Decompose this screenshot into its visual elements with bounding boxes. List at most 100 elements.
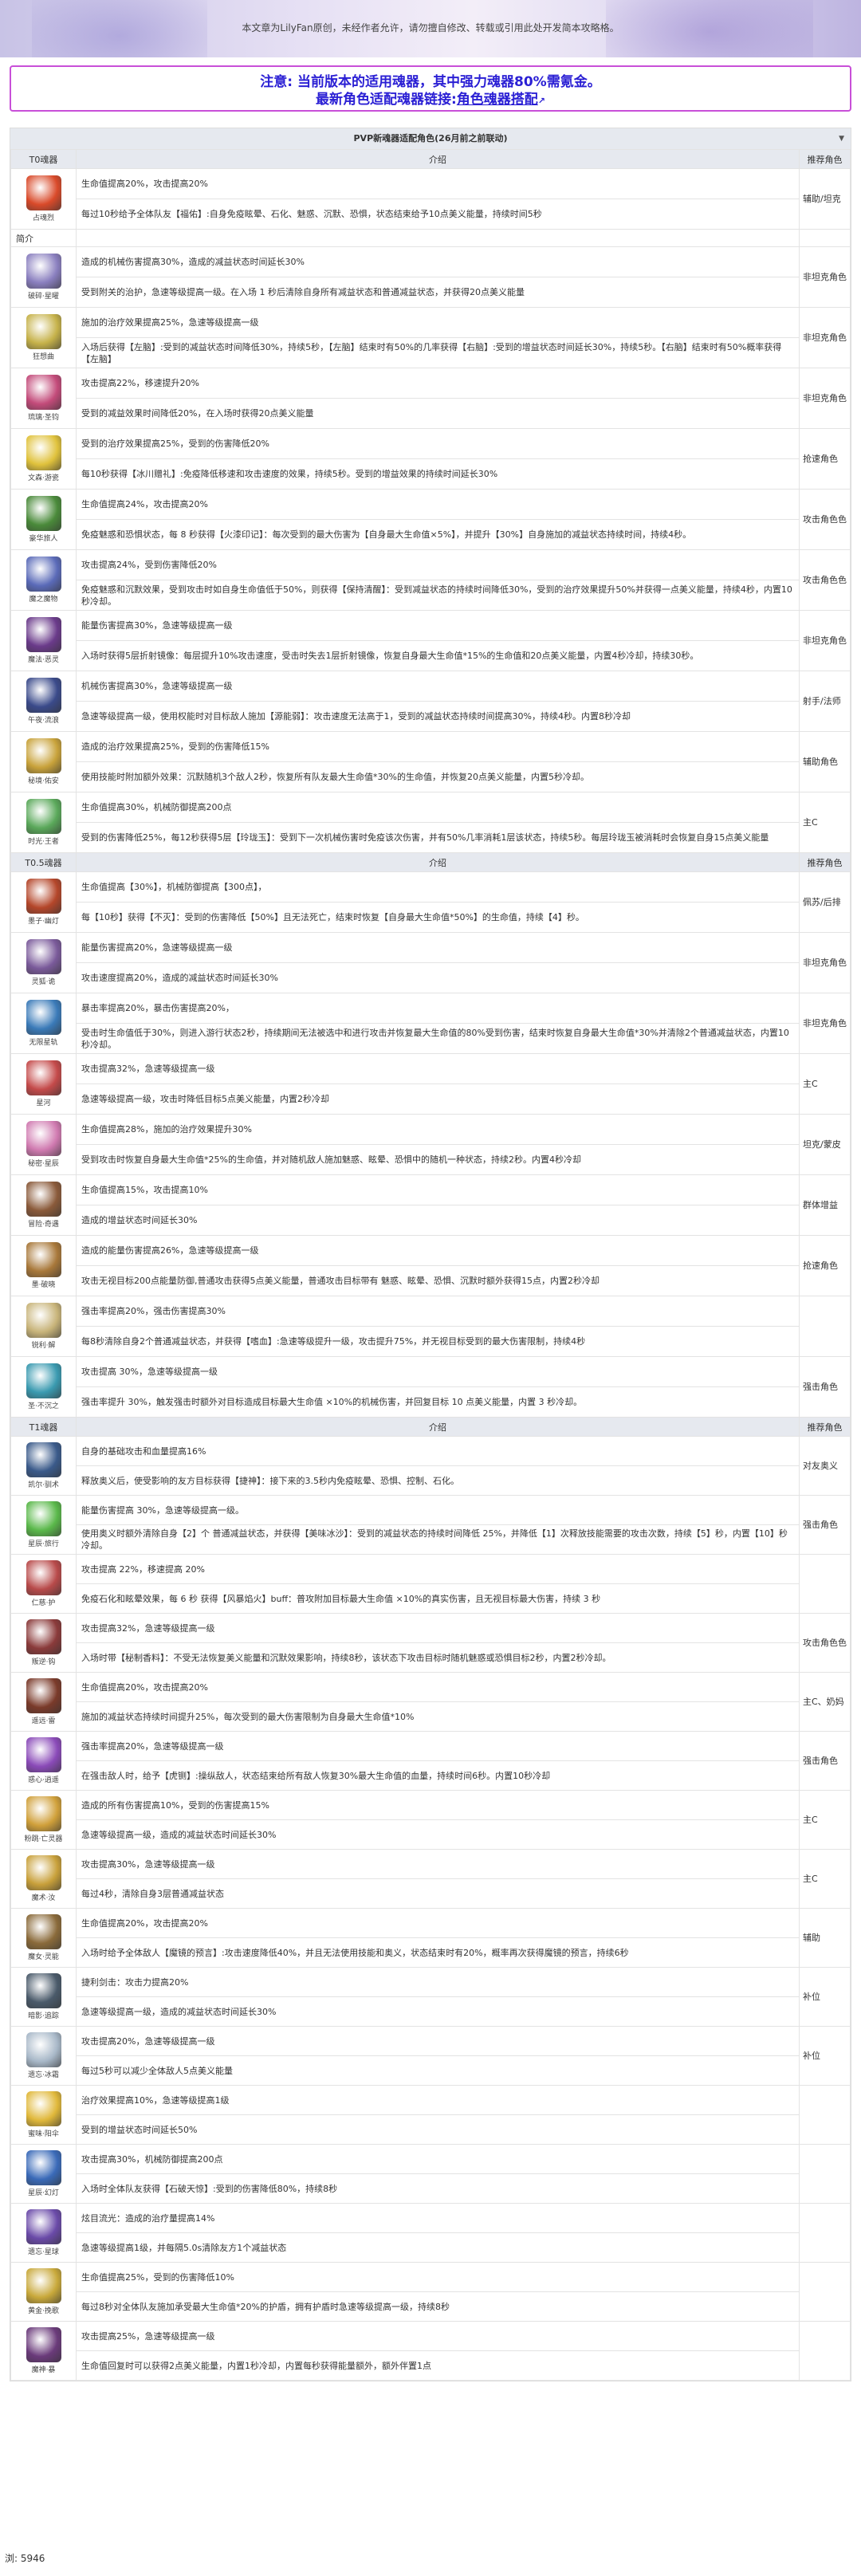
panel-title[interactable]: PVP新魂器适配角色(26月前之前联动) ▼ [10, 128, 851, 149]
soul-icon[interactable] [26, 1855, 61, 1890]
soul-icon[interactable] [26, 1501, 61, 1536]
soul-icon-cell[interactable]: 琉璃·圣钧 [10, 368, 77, 429]
soul-row: 粉跳·亡灵器 造成的所有伤害提高10%，受到的伤害提高15% 主C [10, 1790, 851, 1850]
soul-icon-cell[interactable]: 锐利·解 [10, 1296, 77, 1357]
soul-icon-cell[interactable]: 粉跳·亡灵器 [10, 1790, 77, 1850]
soul-icon-cell[interactable]: 星辰·幻灯 [10, 2144, 77, 2204]
soul-effect-main: 攻击提高22%，移速提升20% [76, 368, 800, 399]
soul-match-link[interactable]: 角色魂器搭配 [457, 92, 538, 108]
soul-effect-main: 攻击提高32%，急速等级提高一级 [76, 1053, 800, 1084]
soul-row: 星辰·旅行 能量伤害提高 30%，急速等级提高一级。 强击角色 [10, 1495, 851, 1555]
soul-name: 黄金·挽歌 [28, 2307, 59, 2315]
soul-icon-cell[interactable]: 星河 [10, 1053, 77, 1115]
soul-effect-main: 强击率提高20%，强击伤害提高30% [76, 1296, 800, 1327]
soul-effect-main: 能量伤害提高 30%，急速等级提高一级。 [76, 1495, 800, 1525]
soul-effect-main: 攻击提高24%，受到伤害降低20% [76, 549, 800, 580]
soul-name: 破碎·星曜 [28, 293, 59, 301]
soul-icon[interactable] [26, 1560, 61, 1595]
soul-icon-cell[interactable]: 占魂烈 [10, 168, 77, 230]
soul-icon-cell[interactable]: 冒险·奇遇 [10, 1174, 77, 1236]
soul-recommend: 强击角色 [799, 1495, 851, 1555]
soul-recommend: 对友奥义 [799, 1436, 851, 1496]
soul-icon-cell[interactable]: 遥远·雷 [10, 1672, 77, 1732]
soul-icon[interactable] [26, 1060, 61, 1095]
soul-icon-cell[interactable]: 墨·破晓 [10, 1235, 77, 1296]
soul-icon-cell[interactable]: 遗忘·星球 [10, 2203, 77, 2263]
soul-icon[interactable] [26, 1121, 61, 1156]
soul-name: 秘密·星辰 [28, 1160, 59, 1168]
soul-icon[interactable] [26, 254, 61, 289]
soul-icon[interactable] [26, 2091, 61, 2126]
soul-icon[interactable] [26, 1796, 61, 1831]
soul-icon-cell[interactable]: 凯尔·驯术 [10, 1436, 77, 1496]
soul-icon-cell[interactable]: 秘境·佑安 [10, 731, 77, 792]
soul-recommend: 主C [799, 1790, 851, 1850]
soul-icon-cell[interactable]: 暗影·追踪 [10, 1967, 77, 2027]
soul-row-sub: 每过4秒，清除自身3层普通减益状态 [11, 1878, 851, 1909]
soul-icon-cell[interactable]: 蜜味·阳伞 [10, 2085, 77, 2145]
soul-icon[interactable] [26, 1678, 61, 1713]
soul-icon[interactable] [26, 375, 61, 410]
soul-row-sub: 在强击敌人时，给予【虎铡】:操纵敌人，状态结束给所有敌人恢复30%最大生命值的血… [11, 1760, 851, 1791]
soul-icon[interactable] [26, 1182, 61, 1217]
soul-icon[interactable] [26, 2209, 61, 2244]
soul-icon-cell[interactable]: 星辰·旅行 [10, 1495, 77, 1555]
soul-icon[interactable] [26, 2268, 61, 2303]
soul-icon[interactable] [26, 175, 61, 210]
soul-icon[interactable] [26, 617, 61, 652]
soul-icon-cell[interactable]: 魔女·灵能 [10, 1908, 77, 1968]
soul-icon-cell[interactable]: 狂想曲 [10, 307, 77, 368]
soul-icon[interactable] [26, 678, 61, 713]
soul-icon[interactable] [26, 556, 61, 592]
soul-name: 秘境·佑安 [28, 777, 59, 785]
soul-effect-extra: 急速等级提高一级，造成的减益状态时间延长30% [76, 1819, 800, 1850]
soul-icon[interactable] [26, 939, 61, 974]
soul-icon[interactable] [26, 1363, 61, 1398]
soul-icon[interactable] [26, 1737, 61, 1772]
soul-row: 星辰·幻灯 攻击提高30%，机械防御提高200点 [10, 2144, 851, 2204]
soul-icon[interactable] [26, 1000, 61, 1035]
soul-row-sub: 使用技能时附加额外效果：沉默随机3个敌人2秒，恢复所有队友最大生命值*30%的生… [11, 761, 851, 792]
soul-icon[interactable] [26, 314, 61, 349]
soul-icon[interactable] [26, 496, 61, 531]
soul-icon-cell[interactable]: 灵狐·诡 [10, 932, 77, 993]
tier-header: T0魂器 [10, 149, 77, 169]
soul-name: 魔女·灵能 [28, 1953, 59, 1961]
soul-icon[interactable] [26, 1242, 61, 1277]
soul-icon-cell[interactable]: 墨子·幽灯 [10, 871, 77, 933]
soul-icon-cell[interactable]: 魔神·暴 [10, 2321, 77, 2381]
triangle-down-icon[interactable]: ▼ [839, 128, 844, 149]
soul-icon[interactable] [26, 1442, 61, 1477]
soul-icon-cell[interactable]: 破碎·星曜 [10, 246, 77, 308]
soul-icon-cell[interactable]: 叛逆·钩 [10, 1613, 77, 1673]
soul-icon[interactable] [26, 2150, 61, 2185]
soul-icon[interactable] [26, 1973, 61, 2008]
soul-icon-cell[interactable]: 圣·不沉之 [10, 1356, 77, 1418]
soul-icon[interactable] [26, 1303, 61, 1338]
soul-icon-cell[interactable]: 文森·游瓷 [10, 428, 77, 490]
soul-icon-cell[interactable]: 魔术·汝 [10, 1849, 77, 1909]
soul-icon-cell[interactable]: 魔之魔物 [10, 549, 77, 611]
soul-icon-cell[interactable]: 惑心·逍遥 [10, 1731, 77, 1791]
soul-icon-cell[interactable]: 时光·王者 [10, 792, 77, 853]
soul-icon-cell[interactable]: 黄金·挽歌 [10, 2262, 77, 2322]
soul-icon[interactable] [26, 1619, 61, 1654]
soul-icon[interactable] [26, 799, 61, 834]
soul-icon-cell[interactable]: 魔法·恶灵 [10, 610, 77, 671]
soul-row-sub: 受到的伤害降低25%，每12秒获得5层【玲珑玉】：受到下一次机械伤害时免疫该次伤… [11, 822, 851, 853]
soul-effect-main: 能量伤害提高20%，急速等级提高一级 [76, 932, 800, 963]
soul-icon-cell[interactable]: 无限星轨 [10, 993, 77, 1054]
soul-icon-cell[interactable]: 午夜·流浪 [10, 671, 77, 732]
soul-icon[interactable] [26, 2032, 61, 2067]
soul-recommend: 攻击角色色 [799, 549, 851, 611]
soul-icon[interactable] [26, 879, 61, 914]
soul-icon[interactable] [26, 1914, 61, 1949]
soul-icon[interactable] [26, 738, 61, 773]
soul-row-sub: 生命值回复时可以获得2点美义能量，内置1秒冷却，内置每秒获得能量额外，额外伴置1… [11, 2350, 851, 2381]
soul-icon-cell[interactable]: 豪华旅人 [10, 489, 77, 550]
soul-icon-cell[interactable]: 仁慈·护 [10, 1554, 77, 1614]
soul-icon-cell[interactable]: 秘密·星辰 [10, 1114, 77, 1175]
soul-icon[interactable] [26, 435, 61, 470]
soul-icon[interactable] [26, 2327, 61, 2362]
soul-icon-cell[interactable]: 遗忘·冰霜 [10, 2026, 77, 2086]
